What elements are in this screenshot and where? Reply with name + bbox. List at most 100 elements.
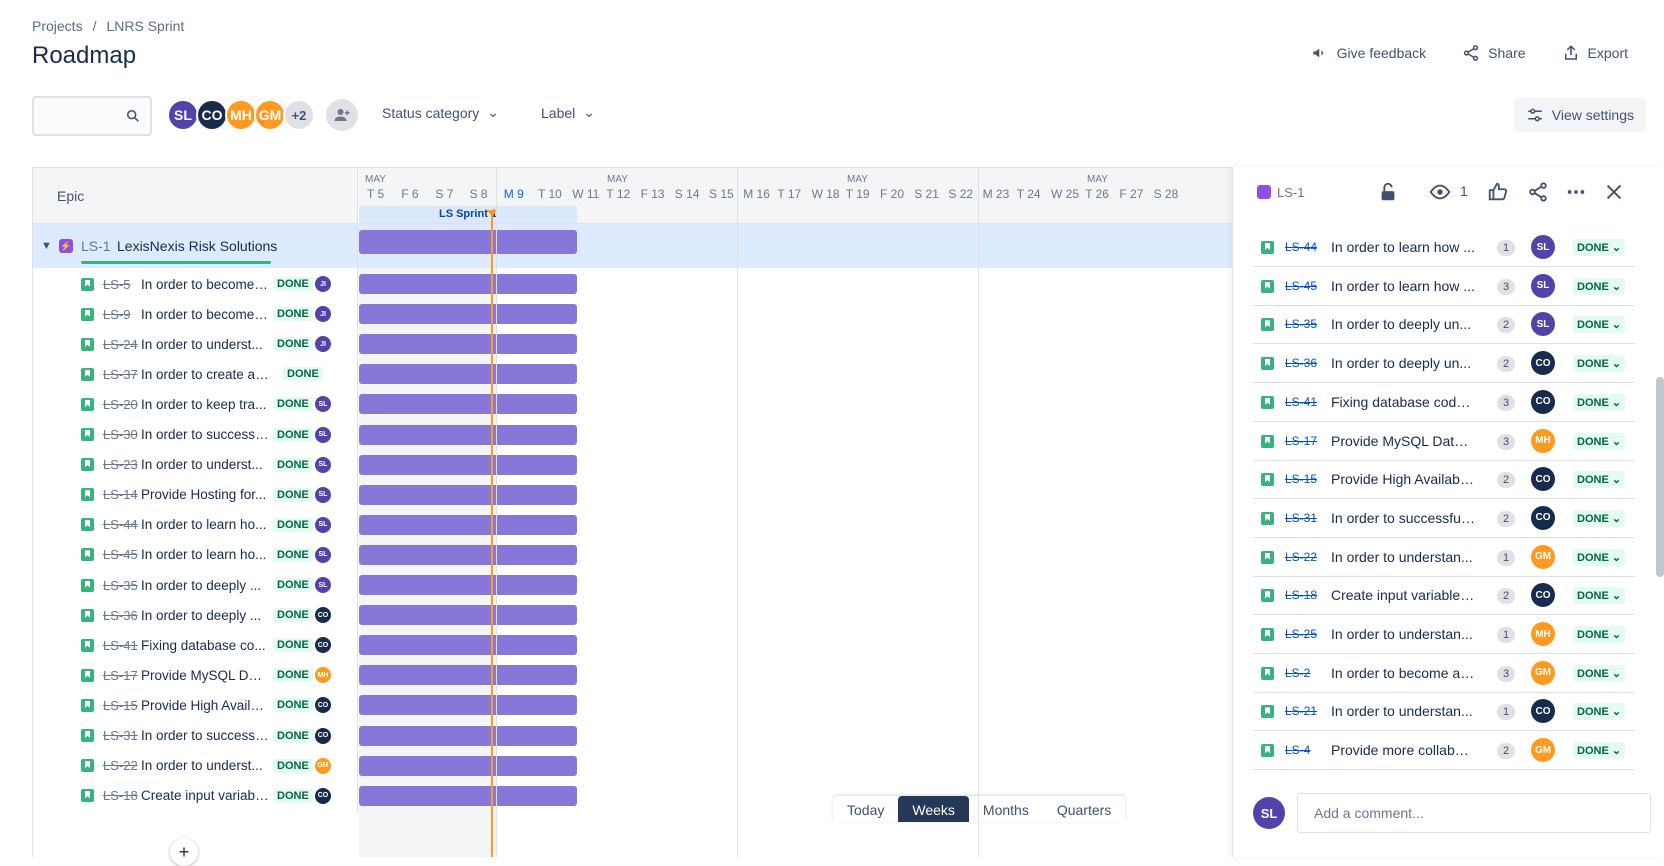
story-bar[interactable] (359, 304, 577, 325)
child-issue-row[interactable]: LS-18 Create input variables ... 2 CO DO… (1253, 575, 1635, 616)
child-issue-row[interactable]: LS-45 In order to learn how ... 3 SL DON… (1253, 266, 1635, 306)
search-input[interactable] (32, 96, 152, 136)
story-bar[interactable] (359, 394, 577, 415)
breadcrumb-project[interactable]: LNRS Sprint (106, 18, 184, 34)
avatar[interactable]: CO (1531, 583, 1555, 608)
child-issue-row[interactable]: LS-36 In order to deeply un... 2 CO DONE… (1253, 343, 1635, 384)
story-row[interactable]: LS-35 In order to deeply ... DONE SL (33, 569, 1232, 601)
avatar[interactable]: CO (1531, 505, 1555, 530)
epic-key[interactable]: LS-1 (81, 238, 111, 254)
status-dropdown[interactable]: DONE ⌄ (1573, 239, 1626, 256)
create-item-button[interactable]: + (170, 838, 198, 866)
close-icon[interactable] (1603, 181, 1625, 203)
story-key[interactable]: LS-44 (103, 517, 138, 532)
story-key[interactable]: LS-23 (103, 457, 138, 472)
status-dropdown[interactable]: DONE ⌄ (1573, 626, 1626, 643)
story-row[interactable]: LS-31 In order to successf... DONE CO (33, 719, 1232, 752)
child-issue-key[interactable]: LS-2 (1285, 666, 1310, 680)
story-key[interactable]: LS-37 (103, 367, 138, 382)
weeks-button[interactable]: Weeks (898, 796, 969, 822)
story-row[interactable]: LS-44 In order to learn ho... DONE SL (33, 508, 1232, 541)
avatar[interactable]: SL (1531, 312, 1555, 337)
status-dropdown[interactable]: DONE ⌄ (1573, 548, 1626, 566)
give-feedback-button[interactable]: Give feedback (1311, 44, 1426, 62)
avatar-filter[interactable]: CO (196, 99, 228, 131)
story-row[interactable]: LS-37 In order to create a Virt... DONE (33, 358, 1232, 391)
story-row[interactable]: LS-36 In order to deeply ... DONE CO (33, 599, 1232, 632)
avatar-filter[interactable]: GM (254, 99, 286, 131)
status-dropdown[interactable]: DONE ⌄ (1573, 277, 1626, 295)
child-issue-key[interactable]: LS-18 (1285, 588, 1317, 602)
avatar[interactable]: CO (1531, 389, 1555, 414)
status-dropdown[interactable]: DONE ⌄ (1573, 355, 1626, 373)
child-issue-key[interactable]: LS-22 (1285, 550, 1317, 564)
child-issue-key[interactable]: LS-21 (1285, 704, 1317, 718)
avatar[interactable]: CO (1531, 351, 1555, 376)
epic-row[interactable]: ▼ ⚡ LS-1 LexisNexis Risk Solutions (33, 224, 1232, 268)
avatar[interactable]: CO (1531, 699, 1555, 724)
story-key[interactable]: LS-18 (103, 788, 138, 803)
child-issue-row[interactable]: LS-15 Provide High Availabil... 2 CO DON… (1253, 459, 1635, 500)
more-icon[interactable] (1565, 181, 1587, 203)
child-issue-row[interactable]: LS-2 In order to become a S... 3 GM DONE… (1253, 653, 1635, 693)
child-issue-row[interactable]: LS-17 Provide MySQL Datab... 3 MH DONE ⌄ (1253, 421, 1635, 461)
story-key[interactable]: LS-36 (103, 608, 138, 623)
avatar[interactable]: MH (1531, 622, 1555, 646)
share-button[interactable]: Share (1462, 44, 1526, 62)
child-issue-key[interactable]: LS-45 (1285, 279, 1317, 293)
child-issue-key[interactable]: LS-44 (1285, 240, 1317, 254)
story-row[interactable]: LS-20 In order to keep tra... DONE SL (33, 388, 1232, 421)
epic-bar[interactable] (359, 230, 577, 254)
avatar[interactable]: SL (1531, 273, 1555, 298)
unlock-icon[interactable] (1377, 181, 1399, 203)
thumbs-up-icon[interactable] (1487, 181, 1509, 203)
months-button[interactable]: Months (969, 796, 1043, 822)
story-key[interactable]: LS-14 (103, 487, 138, 502)
avatar-more-count[interactable]: +2 (283, 99, 315, 131)
child-issue-row[interactable]: LS-25 In order to understan... 1 MH DONE… (1253, 614, 1635, 654)
story-key[interactable]: LS-9 (103, 307, 130, 322)
export-button[interactable]: Export (1562, 44, 1628, 62)
status-dropdown[interactable]: DONE ⌄ (1573, 316, 1626, 334)
story-row[interactable]: LS-5 In order to become ... DONE JI (33, 268, 1232, 300)
story-bar[interactable] (359, 544, 577, 565)
today-button[interactable]: Today (833, 796, 898, 822)
story-row[interactable]: LS-15 Provide High Availa... DONE CO (33, 689, 1232, 722)
avatar[interactable]: CO (1531, 467, 1555, 492)
story-key[interactable]: LS-24 (103, 337, 138, 352)
share-icon[interactable] (1527, 181, 1549, 203)
status-category-filter[interactable]: Status category ⌄ (382, 104, 499, 121)
breadcrumb-projects[interactable]: Projects (32, 18, 83, 34)
child-issue-row[interactable]: LS-44 In order to learn how ... 1 SL DON… (1253, 227, 1635, 267)
story-bar[interactable] (359, 665, 577, 686)
status-dropdown[interactable]: DONE ⌄ (1573, 393, 1626, 411)
child-issue-key[interactable]: LS-41 (1285, 395, 1317, 409)
story-row[interactable]: LS-45 In order to learn ho... DONE SL (33, 538, 1232, 571)
view-settings-button[interactable]: View settings (1513, 98, 1646, 132)
comment-input[interactable]: Add a comment... (1297, 793, 1651, 833)
child-issue-key[interactable]: LS-4 (1285, 743, 1310, 757)
add-people-button[interactable] (326, 99, 358, 131)
child-issue-row[interactable]: LS-21 In order to understan... 1 CO DONE… (1253, 691, 1635, 732)
child-issue-row[interactable]: LS-4 Provide more collabor... 2 GM DONE … (1253, 730, 1635, 771)
child-issue-key[interactable]: LS-25 (1285, 627, 1317, 641)
story-row[interactable]: LS-17 Provide MySQL Dat... DONE MH (33, 659, 1232, 692)
story-row[interactable]: LS-41 Fixing database co... DONE CO (33, 629, 1232, 662)
chevron-down-icon[interactable]: ▼ (41, 240, 52, 252)
story-key[interactable]: LS-15 (103, 698, 138, 713)
avatar[interactable]: SL (1531, 235, 1555, 259)
story-key[interactable]: LS-41 (103, 638, 138, 653)
status-dropdown[interactable]: DONE ⌄ (1573, 587, 1626, 605)
avatar-filter[interactable]: SL (167, 99, 199, 131)
story-bar[interactable] (359, 575, 577, 595)
child-issue-row[interactable]: LS-31 In order to successfull... 2 CO DO… (1253, 498, 1635, 538)
sprint-band[interactable]: LS Sprint 1 (359, 206, 577, 223)
panel-issue-key[interactable]: LS-1 (1277, 185, 1304, 200)
story-key[interactable]: LS-20 (103, 397, 138, 412)
avatar[interactable]: MH (1531, 428, 1555, 453)
avatar-filter[interactable]: MH (225, 99, 257, 131)
story-bar[interactable] (359, 605, 577, 626)
child-issue-key[interactable]: LS-31 (1285, 511, 1317, 525)
status-dropdown[interactable]: DONE ⌄ (1573, 664, 1626, 682)
story-bar[interactable] (359, 785, 577, 806)
